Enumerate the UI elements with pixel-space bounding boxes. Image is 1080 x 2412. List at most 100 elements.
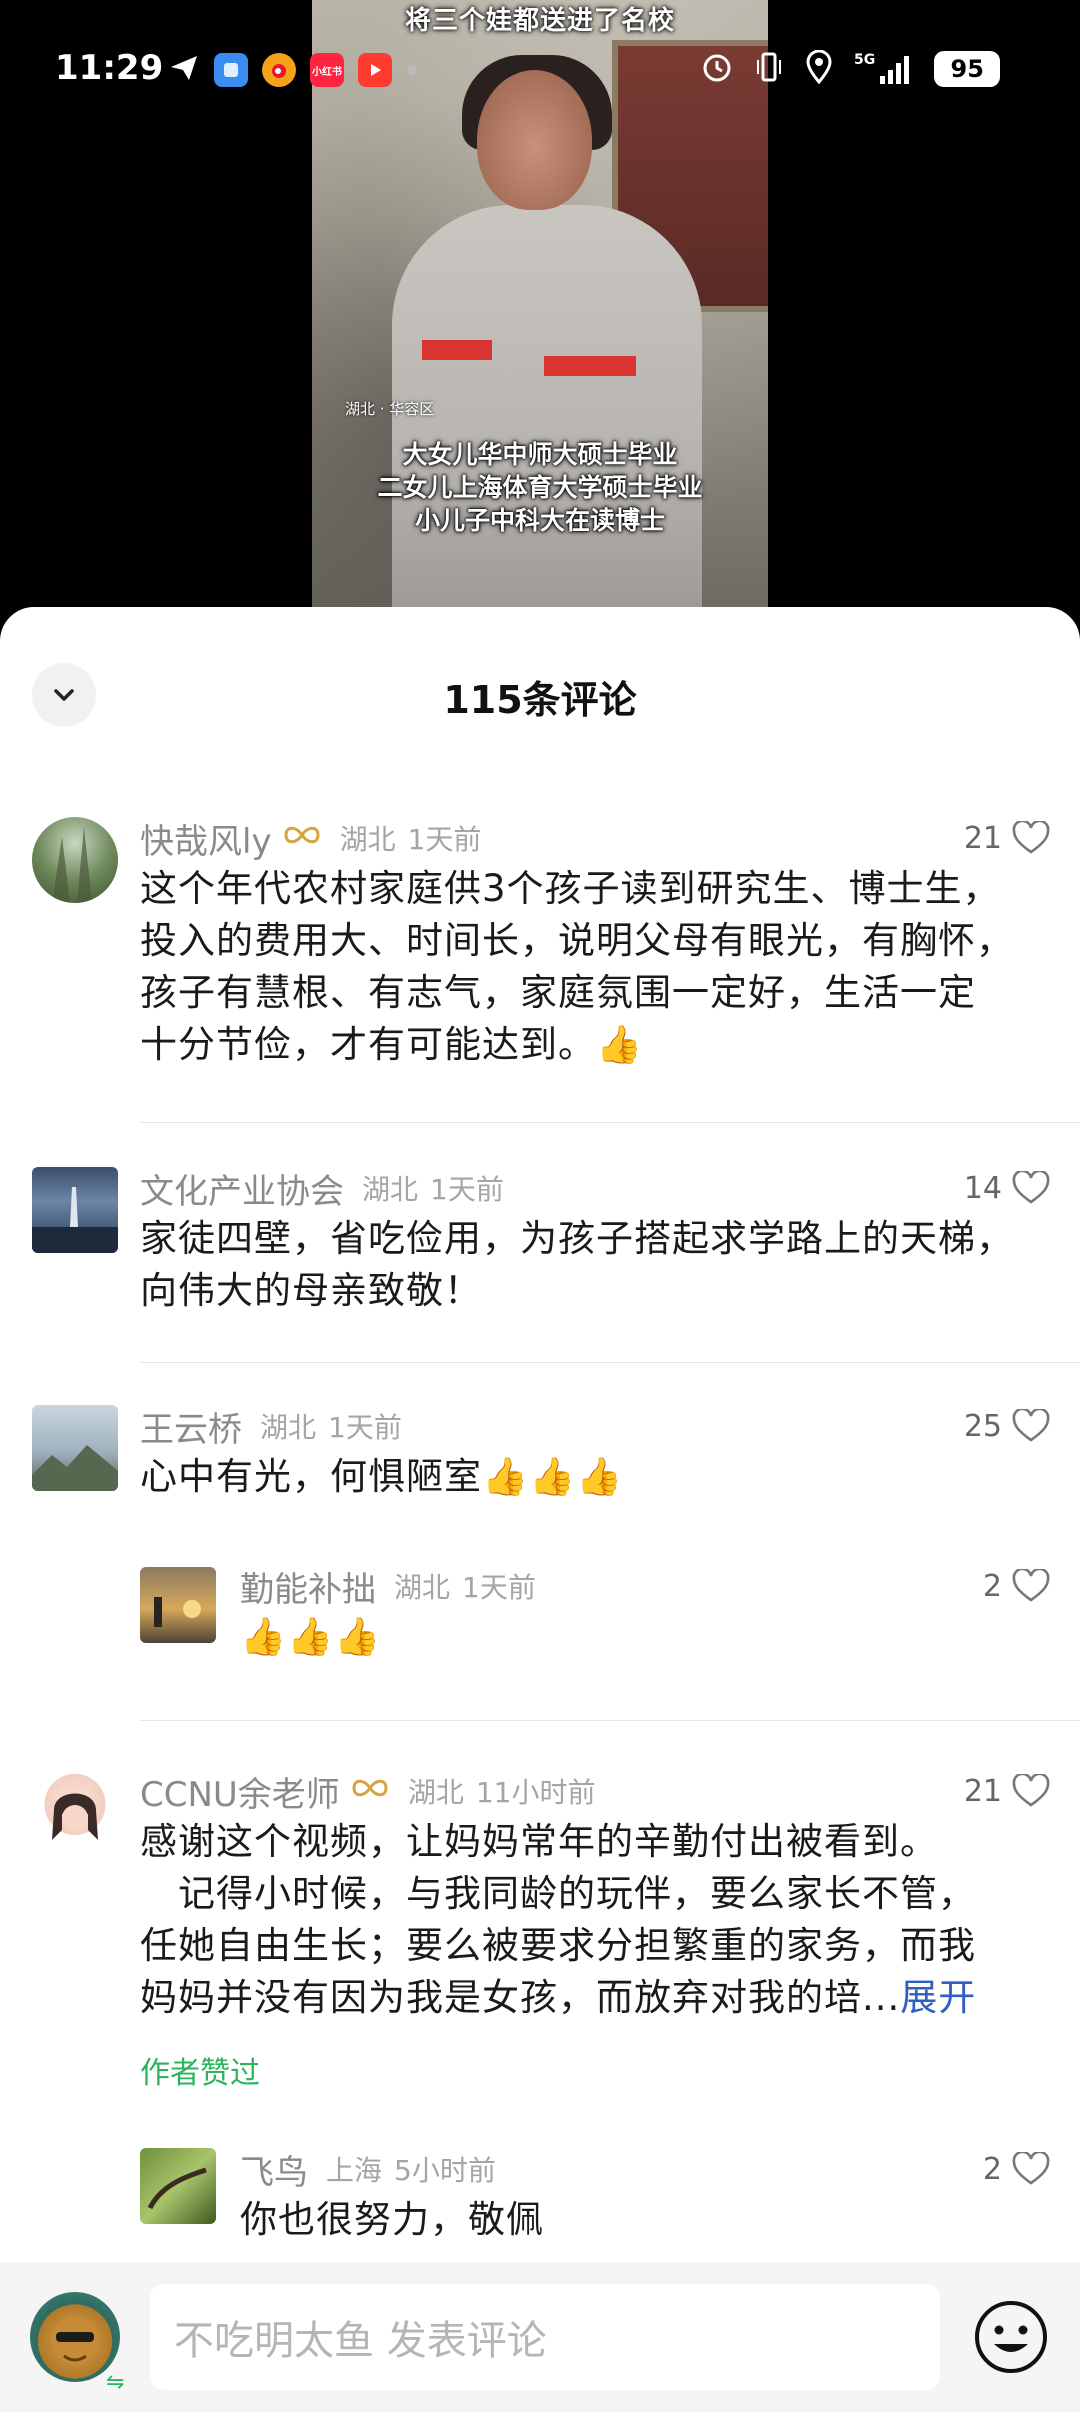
comment-location: 湖北 <box>260 1411 317 1444</box>
infinity-badge-icon <box>282 821 322 856</box>
heart-icon <box>1012 1774 1050 1807</box>
comment-input-bar: ⇋ 不吃明太鱼 发表评论 <box>0 2262 1080 2412</box>
comment-username[interactable]: CCNU余老师 <box>140 1767 340 1816</box>
comment-text-line: 妈妈并没有因为我是女孩，而放弃对我的培... <box>140 1976 901 2019</box>
comment-meta: 文化产业协会 湖北 1天前 <box>140 1164 504 1213</box>
like-button[interactable]: 21 <box>964 1768 1050 1814</box>
emoji-button[interactable] <box>966 2292 1056 2382</box>
comment-time: 5小时前 <box>394 2154 496 2187</box>
heart-icon <box>1012 821 1050 854</box>
send-icon <box>168 52 200 88</box>
smiley-icon <box>975 2301 1047 2373</box>
like-count: 14 <box>963 1170 1002 1206</box>
status-bar: 11:29 小红书 5G 95 <box>0 0 1080 140</box>
like-button[interactable]: 21 <box>964 815 1050 861</box>
author-liked-label: 作者赞过 <box>140 2056 260 2091</box>
comment-location: 上海 <box>326 2154 383 2187</box>
infinity-badge-icon <box>350 1774 390 1809</box>
comment-text-line: 孩子有慧根、有志气，家庭氛围一定好，生活一定 <box>140 971 976 1014</box>
comment-meta: 王云桥 湖北 1天前 <box>140 1402 402 1451</box>
comment-text-line: 你也很努力，敬佩 <box>240 2198 544 2241</box>
comment-username[interactable]: 勤能补拙 <box>240 1562 376 1611</box>
comment-text: 心中有光，何惧陋室👍👍👍 <box>140 1451 623 1503</box>
current-user-avatar[interactable] <box>30 2292 120 2382</box>
battery-indicator: 95 <box>934 51 1001 87</box>
like-count: 21 <box>963 820 1002 856</box>
avatar[interactable] <box>32 817 118 903</box>
divider <box>140 1362 1080 1363</box>
comment-text-line: 👍👍👍 <box>240 1615 382 1658</box>
location-icon <box>804 49 834 88</box>
avatar[interactable] <box>140 2148 216 2224</box>
comment-text-line: 这个年代农村家庭供3个孩子读到研究生、博士生， <box>140 867 1001 910</box>
video-subtitle-line: 大女儿华中师大硕士毕业 <box>402 440 678 469</box>
comment-location: 湖北 <box>339 823 396 856</box>
comment-location: 湖北 <box>362 1173 419 1206</box>
xiaohongshu-icon: 小红书 <box>310 53 344 87</box>
avatar[interactable] <box>32 1167 118 1253</box>
comment-sheet: 115条评论 快哉风ly 湖北 1天前 21 这个年代农村家庭供3个孩子读到研究… <box>0 607 1080 2412</box>
comment-text: 你也很努力，敬佩 <box>240 2194 544 2246</box>
comment-text-line: 十分节俭，才有可能达到。👍 <box>140 1023 644 1066</box>
comment-time: 1天前 <box>430 1173 504 1206</box>
vibrate-icon <box>754 50 784 88</box>
like-button[interactable]: 2 <box>983 1563 1050 1609</box>
divider <box>140 1122 1080 1123</box>
blue-app-icon <box>214 53 248 87</box>
video-subtitle-line: 小儿子中科大在读博士 <box>414 506 665 535</box>
comment-username[interactable]: 王云桥 <box>140 1402 242 1451</box>
swap-account-icon[interactable]: ⇋ <box>106 2370 124 2395</box>
heart-icon <box>1012 1569 1050 1602</box>
comment-text-line: 家徒四壁，省吃俭用，为孩子搭起求学路上的天梯， <box>140 1217 1014 1260</box>
like-count: 2 <box>982 2151 1002 2187</box>
comment-text: 家徒四壁，省吃俭用，为孩子搭起求学路上的天梯， 向伟大的母亲致敬！ <box>140 1213 1014 1317</box>
signal-5g-icon: 5G <box>854 52 914 86</box>
comment-time: 1天前 <box>328 1411 402 1444</box>
video-person-body <box>392 205 702 610</box>
comment-location: 湖北 <box>407 1776 464 1809</box>
comment-text: 👍👍👍 <box>240 1611 381 1663</box>
avatar[interactable] <box>32 1405 118 1491</box>
avatar[interactable] <box>140 1567 216 1643</box>
like-count: 21 <box>963 1773 1002 1809</box>
uniform-stripe-right <box>544 356 636 376</box>
like-count: 25 <box>963 1408 1002 1444</box>
heart-icon <box>1012 1171 1050 1204</box>
expand-link[interactable]: 展开 <box>900 1976 976 2019</box>
comment-text: 这个年代农村家庭供3个孩子读到研究生、博士生， 投入的费用大、时间长，说明父母有… <box>140 863 1014 1071</box>
comment-text-line: 记得小时候，与我同龄的玩伴，要么家长不管， <box>140 1872 976 1915</box>
comment-time: 1天前 <box>462 1571 536 1604</box>
comment-text-line: 心中有光，何惧陋室👍👍👍 <box>140 1455 624 1498</box>
like-button[interactable]: 14 <box>964 1165 1050 1211</box>
comment-text-line: 任她自由生长；要么被要求分担繁重的家务，而我 <box>140 1924 976 1967</box>
heart-icon <box>1012 1409 1050 1442</box>
avatar[interactable] <box>32 1770 118 1856</box>
comment-input[interactable]: 不吃明太鱼 发表评论 <box>150 2284 940 2390</box>
like-button[interactable]: 2 <box>983 2146 1050 2192</box>
uniform-stripe-left <box>422 340 492 360</box>
comment-time: 11小时前 <box>475 1776 596 1809</box>
comment-location: 湖北 <box>394 1571 451 1604</box>
video-location-caption: 湖北 · 华容区 <box>345 400 435 418</box>
video-app-icon <box>358 53 392 87</box>
dot-icon <box>406 61 418 80</box>
comment-meta: 勤能补拙 湖北 1天前 <box>240 1562 536 1611</box>
comment-sheet-header: 115条评论 <box>0 607 1080 757</box>
comment-username[interactable]: 飞鸟 <box>240 2145 308 2194</box>
like-button[interactable]: 25 <box>964 1403 1050 1449</box>
comment-text-line: 感谢这个视频，让妈妈常年的辛勤付出被看到。 <box>140 1820 938 1863</box>
comment-text-line: 向伟大的母亲致敬！ <box>140 1269 482 1312</box>
comment-text: 感谢这个视频，让妈妈常年的辛勤付出被看到。 记得小时候，与我同龄的玩伴，要么家长… <box>140 1816 976 2024</box>
comment-username[interactable]: 文化产业协会 <box>140 1164 344 1213</box>
divider <box>140 1720 1080 1721</box>
comment-time: 1天前 <box>407 823 482 856</box>
comment-count-title: 115条评论 <box>443 678 637 722</box>
comment-text-line-with-expand: 妈妈并没有因为我是女孩，而放弃对我的培...展开 <box>140 1972 976 2024</box>
comment-username[interactable]: 快哉风ly <box>140 814 272 863</box>
status-notification-icons: 小红书 <box>168 52 418 88</box>
status-time: 11:29 <box>55 48 164 88</box>
video-subtitles: 大女儿华中师大硕士毕业 二女儿上海体育大学硕士毕业 小儿子中科大在读博士 <box>312 438 768 537</box>
video-subtitle-line: 二女儿上海体育大学硕士毕业 <box>377 473 703 502</box>
comment-text-line: 投入的费用大、时间长，说明父母有眼光，有胸怀， <box>140 919 1014 962</box>
comment-meta: CCNU余老师 湖北 11小时前 <box>140 1767 596 1816</box>
